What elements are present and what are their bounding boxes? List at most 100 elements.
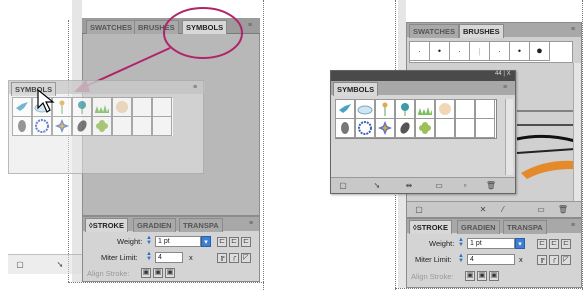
right-weight-dropdown[interactable]: ▾	[515, 238, 525, 249]
symbol-clover[interactable]	[415, 118, 435, 138]
symbol-cloud[interactable]	[355, 99, 375, 119]
symbol-empty-3[interactable]	[435, 118, 455, 138]
symbol-clover[interactable]	[92, 116, 112, 136]
symbol-empty-3[interactable]	[112, 116, 132, 136]
align-inside-icon[interactable]: ▣	[153, 268, 163, 278]
weight-dropdown[interactable]: ▾	[201, 236, 211, 247]
right-align-inside-icon[interactable]: ▣	[477, 271, 487, 281]
brush-dot-5[interactable]: ·	[489, 41, 510, 61]
right-weight-field[interactable]: 1 pt	[467, 238, 515, 249]
brush-dot-6[interactable]: •	[509, 41, 530, 61]
right-top-menu-icon[interactable]: ≡	[571, 25, 575, 35]
right-tab-stroke[interactable]: ◊STROKE	[409, 220, 452, 234]
cap-round-icon[interactable]: ⊏	[229, 237, 239, 247]
place-symbol-icon[interactable]: ➘	[54, 260, 66, 270]
right-join-miter-icon[interactable]: ╔	[537, 255, 547, 265]
right-stroke-menu-icon[interactable]: ≡	[571, 221, 575, 231]
align-outside-icon[interactable]: ▣	[165, 268, 175, 278]
symbol-leaf[interactable]	[12, 116, 32, 136]
collapse-close-controls[interactable]: 44 | X	[495, 71, 511, 77]
align-center-icon[interactable]: ▣	[141, 268, 151, 278]
right-align-center-icon[interactable]: ▣	[465, 271, 475, 281]
remove-brush-icon[interactable]: ✕	[477, 205, 489, 215]
symbol-blob[interactable]	[112, 97, 132, 117]
new-symbol-icon[interactable]: ▫	[459, 181, 471, 191]
right-miter-field[interactable]: 4	[467, 254, 515, 265]
symbol-empty-5[interactable]	[475, 118, 495, 138]
symbol-options-icon[interactable]: ▭	[433, 181, 445, 191]
panel-menu-icon[interactable]: ≡	[248, 21, 252, 31]
right-tab-transparency[interactable]: TRANSPA	[503, 220, 547, 234]
symbol-grass[interactable]	[92, 97, 112, 117]
symbol-library-icon[interactable]: ▢	[14, 260, 26, 270]
symbols-menu-icon[interactable]: ≡	[503, 83, 507, 93]
symbol-blob[interactable]	[435, 99, 455, 119]
weight-field[interactable]: 1 pt	[155, 236, 201, 247]
symbol-grass[interactable]	[415, 99, 435, 119]
right-tab-swatches[interactable]: SWATCHES	[409, 24, 459, 38]
symbol-tree[interactable]	[395, 99, 415, 119]
brushes-scrollbar[interactable]	[573, 63, 581, 209]
brush-dot-3[interactable]: ·	[449, 41, 470, 61]
symbol-star[interactable]	[375, 118, 395, 138]
symbol-empty-4[interactable]	[132, 116, 152, 136]
tab-stroke[interactable]: ◊STROKE	[85, 218, 128, 232]
new-brush-icon[interactable]: ▭	[535, 205, 547, 215]
symbol-dark-leaf[interactable]	[72, 116, 92, 136]
place-symbol-icon[interactable]: ➘	[371, 181, 383, 191]
symbol-flower-stem[interactable]	[375, 99, 395, 119]
symbol-library-icon[interactable]: ▢	[337, 181, 349, 191]
right-cap-butt-icon[interactable]: ⊏	[537, 239, 547, 249]
symbol-empty-1[interactable]	[132, 97, 152, 117]
symbols-title-strip[interactable]: 44 | X	[331, 71, 515, 81]
symbol-empty-4[interactable]	[455, 118, 475, 138]
brush-options-icon[interactable]: ⁄	[497, 205, 509, 215]
right-cap-square-icon[interactable]: ⊏	[561, 239, 571, 249]
brush-dot-4[interactable]: |	[469, 41, 490, 61]
right-tab-gradient[interactable]: GRADIEN	[457, 220, 500, 234]
symbol-bird[interactable]	[12, 97, 32, 117]
cap-butt-icon[interactable]: ⊏	[217, 237, 227, 247]
symbol-empty-2[interactable]	[475, 99, 495, 119]
floating-menu-icon[interactable]: ≡	[193, 83, 197, 93]
symbols-panel[interactable]: 44 | X SYMBOLS ≡ ▢ ➘ ⇹ ▭ ▫ 🗑	[330, 70, 516, 194]
join-bevel-icon[interactable]: ◸	[241, 253, 251, 263]
symbol-burst[interactable]	[32, 116, 52, 136]
symbol-leaf[interactable]	[335, 118, 355, 138]
symbol-empty-2[interactable]	[152, 97, 172, 117]
symbol-tree[interactable]	[72, 97, 92, 117]
symbols-tab[interactable]: SYMBOLS	[333, 82, 379, 96]
tab-swatches[interactable]: SWATCHES	[86, 20, 136, 34]
right-cap-round-icon[interactable]: ⊏	[549, 239, 559, 249]
brush-dot-2[interactable]: •	[429, 41, 450, 61]
symbol-empty-5[interactable]	[152, 116, 172, 136]
symbols-scrollbar[interactable]	[505, 99, 513, 175]
right-align-outside-icon[interactable]: ▣	[489, 271, 499, 281]
miter-field[interactable]: 4	[155, 252, 183, 263]
symbol-burst[interactable]	[355, 118, 375, 138]
break-link-icon[interactable]: ⇹	[403, 181, 415, 191]
tab-gradient[interactable]: GRADIEN	[133, 218, 176, 232]
tab-transparency[interactable]: TRANSPA	[179, 218, 223, 232]
brush-library-icon[interactable]: ▢	[413, 205, 425, 215]
miter-spinner[interactable]: ▲ ▼	[145, 251, 153, 263]
symbol-empty-1[interactable]	[455, 99, 475, 119]
right-join-bevel-icon[interactable]: ◸	[561, 255, 571, 265]
cap-square-icon[interactable]: ⊏	[241, 237, 251, 247]
brush-dot-1[interactable]: ·	[409, 41, 430, 61]
join-miter-icon[interactable]: ╔	[217, 253, 227, 263]
delete-symbol-icon[interactable]: 🗑	[485, 181, 497, 191]
weight-label: Weight:	[117, 237, 143, 246]
right-miter-spinner[interactable]: ▲ ▼	[457, 253, 465, 265]
delete-brush-icon[interactable]: 🗑	[557, 205, 569, 215]
weight-spinner[interactable]: ▲ ▼	[145, 235, 153, 247]
right-weight-spinner[interactable]: ▲ ▼	[457, 237, 465, 249]
symbol-star[interactable]	[52, 116, 72, 136]
symbol-bird[interactable]	[335, 99, 355, 119]
brush-dot-7[interactable]: ●	[529, 41, 550, 61]
right-join-round-icon[interactable]: ╭	[549, 255, 559, 265]
join-round-icon[interactable]: ╭	[229, 253, 239, 263]
symbol-dark-leaf[interactable]	[395, 118, 415, 138]
stroke-menu-icon[interactable]: ≡	[249, 219, 253, 229]
right-tab-brushes[interactable]: BRUSHES	[459, 24, 504, 38]
